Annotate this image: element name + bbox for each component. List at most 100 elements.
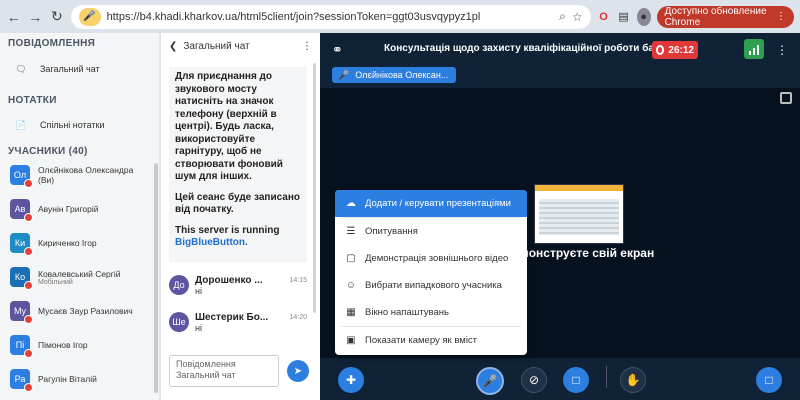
recording-notice: Цей сеанс буде записано від початку.: [175, 191, 301, 216]
recording-indicator[interactable]: 26:12: [652, 41, 698, 59]
menu-item-label: Додати / керувати презентаціями: [365, 198, 511, 209]
screenshare-button[interactable]: □: [563, 367, 589, 393]
sidebar-item-shared-notes[interactable]: 📄 Спільні нотатки: [0, 115, 116, 135]
chat-header: ❮ Загальний чат ⋮: [161, 33, 320, 59]
menu-item-random-user[interactable]: ☺ Вибрати випадкового учасника: [335, 272, 527, 299]
chat-options-icon[interactable]: ⋮: [302, 41, 312, 52]
welcome-text: Для приєднання до звукового мосту натисн…: [175, 71, 283, 182]
menu-item-camera-as-content[interactable]: ▣ Показати камеру як вміст: [335, 327, 527, 354]
fullscreen-icon[interactable]: [780, 92, 792, 104]
user-list-item[interactable]: Ол Олєйнікова Олександра (Ви): [0, 158, 152, 192]
chat-message: До Дорошенко ... 14:15 ні: [169, 275, 307, 296]
user-list-item[interactable]: Ки Кириченко Ігор: [0, 226, 152, 260]
message-author: Шестерик Бо...: [195, 312, 269, 323]
user-settings-icon[interactable]: ⚭: [332, 42, 343, 58]
muted-mic-badge-icon: [24, 281, 33, 290]
presentation-toggle-button[interactable]: □: [756, 367, 782, 393]
user-list-item[interactable]: Ав Авунін Григорій: [0, 192, 152, 226]
raise-hand-button[interactable]: ✋: [620, 367, 646, 393]
user-name: Кириченко Ігор: [38, 238, 97, 248]
menu-item-label: Показати камеру як вміст: [365, 335, 478, 346]
avatar: Ра: [10, 369, 33, 392]
camera-off-button[interactable]: ⊘: [521, 367, 547, 393]
chrome-update-button[interactable]: Доступно обновление Chrome ⋮: [656, 5, 794, 28]
menu-item-label: Опитування: [365, 226, 418, 237]
browser-toolbar: ← → ↻ 🎤 https://b4.khadi.kharkov.ua/html…: [0, 0, 800, 33]
sidebar-item-label: Загальний чат: [40, 64, 100, 74]
action-bar: ✚ 🎤 ⊘ □ ✋ □: [320, 363, 800, 400]
user-name: Олєйнікова Олександра (Ви): [38, 165, 134, 185]
address-bar[interactable]: 🎤 https://b4.khadi.kharkov.ua/html5clien…: [70, 4, 591, 29]
avatar: Ол: [10, 165, 33, 188]
action-bar-divider: [606, 366, 607, 388]
update-label: Доступно обновление Chrome: [664, 5, 767, 28]
user-list-item[interactable]: Ко Ковалевський Сергій Мобільний: [0, 260, 152, 294]
user-list-scrollbar[interactable]: [154, 163, 158, 393]
welcome-message: Для приєднання до звукового мосту натисн…: [169, 67, 307, 262]
chat-panel: ❮ Загальний чат ⋮ Для приєднання до звук…: [161, 33, 320, 400]
camera-icon: ▣: [346, 335, 356, 346]
menu-item-label: Вибрати випадкового учасника: [365, 280, 502, 291]
screenshare-status-text: монструєте свій екран: [520, 246, 655, 260]
chat-message: Ше Шестерик Бо... 14:20 ні: [169, 312, 307, 333]
profile-avatar[interactable]: ●: [636, 7, 651, 26]
options-icon[interactable]: ⋮: [776, 43, 788, 57]
reload-icon[interactable]: ↻: [49, 7, 65, 27]
bookmark-star-icon[interactable]: ☆: [572, 10, 583, 24]
recording-time: 26:12: [668, 44, 694, 56]
more-icon: ⋮: [776, 11, 786, 22]
external-video-icon: ▢: [346, 253, 356, 264]
send-button[interactable]: ➤: [287, 360, 309, 382]
mute-button[interactable]: 🎤: [476, 367, 504, 395]
avatar: Ше: [169, 312, 189, 332]
zoom-icon[interactable]: ⌕: [559, 9, 566, 24]
random-user-icon: ☺: [345, 280, 357, 291]
users-section-title: УЧАСНИКИ (40): [8, 146, 88, 157]
screenshare-preview: [534, 184, 624, 244]
forward-icon[interactable]: →: [28, 7, 44, 27]
user-list-item[interactable]: Му Мусаєв Заур Разилович: [0, 294, 152, 328]
extensions-icon[interactable]: ▤: [617, 8, 631, 26]
menu-item-poll[interactable]: ☰ Опитування: [335, 218, 527, 245]
avatar: До: [169, 275, 189, 295]
talking-indicator[interactable]: 🎤 Олєйнікова Олексан...: [332, 67, 457, 83]
muted-mic-badge-icon: [24, 179, 33, 188]
muted-mic-badge-icon: [24, 315, 33, 324]
chat-message-input[interactable]: Повідомлення Загальний чат: [169, 355, 279, 387]
messages-section-title: ПОВІДОМЛЕННЯ: [8, 38, 96, 49]
meeting-title: Консультація щодо захисту кваліфікаційно…: [384, 43, 663, 54]
chat-scrollbar[interactable]: [313, 63, 316, 313]
user-list: Ол Олєйнікова Олександра (Ви) Ав Авунін Гри…: [0, 158, 152, 396]
mic-in-use-icon[interactable]: 🎤: [78, 7, 101, 26]
muted-mic-badge-icon: [24, 383, 33, 392]
connection-status-icon[interactable]: [744, 39, 764, 59]
user-name: Ковалевський Сергій: [38, 268, 121, 279]
user-name: Мусаєв Заур Разилович: [38, 306, 133, 316]
avatar: Пі: [10, 335, 33, 358]
upload-icon: ☁: [346, 198, 356, 209]
opera-extension-icon[interactable]: O: [597, 8, 611, 26]
message-text: ні: [195, 286, 202, 296]
user-list-item[interactable]: Ра Рагулін Віталій: [0, 362, 152, 396]
muted-mic-badge-icon: [24, 247, 33, 256]
menu-item-label: Демонстрація зовнішнього відео: [365, 253, 509, 264]
muted-mic-badge-icon: [24, 213, 33, 222]
bigbluebutton-link[interactable]: BigBlueButton.: [175, 237, 248, 248]
url-text: https://b4.khadi.kharkov.ua/html5client/…: [106, 10, 481, 23]
record-icon: [656, 45, 665, 55]
message-time: 14:15: [289, 277, 307, 284]
back-chevron-icon[interactable]: ❮: [169, 41, 177, 52]
menu-item-layout[interactable]: ▦ Вікно напаштувань: [335, 299, 527, 326]
menu-item-manage-presentations[interactable]: ☁ Додати / керувати презентаціями: [335, 190, 527, 217]
back-icon[interactable]: ←: [6, 7, 22, 27]
user-list-item[interactable]: Пі Пімонов Ігор: [0, 328, 152, 362]
menu-item-external-video[interactable]: ▢ Демонстрація зовнішнього відео: [335, 245, 527, 272]
avatar: Ав: [10, 199, 33, 222]
layout-icon: ▦: [346, 307, 356, 318]
message-time: 14:20: [289, 314, 307, 321]
sidebar-item-public-chat[interactable]: 🗨 Загальний чат: [0, 59, 112, 79]
actions-menu: ☁ Додати / керувати презентаціями ☰ Опит…: [335, 190, 527, 355]
poll-icon: ☰: [346, 226, 356, 237]
actions-plus-button[interactable]: ✚: [338, 367, 364, 393]
user-name: Пімонов Ігор: [38, 340, 88, 350]
